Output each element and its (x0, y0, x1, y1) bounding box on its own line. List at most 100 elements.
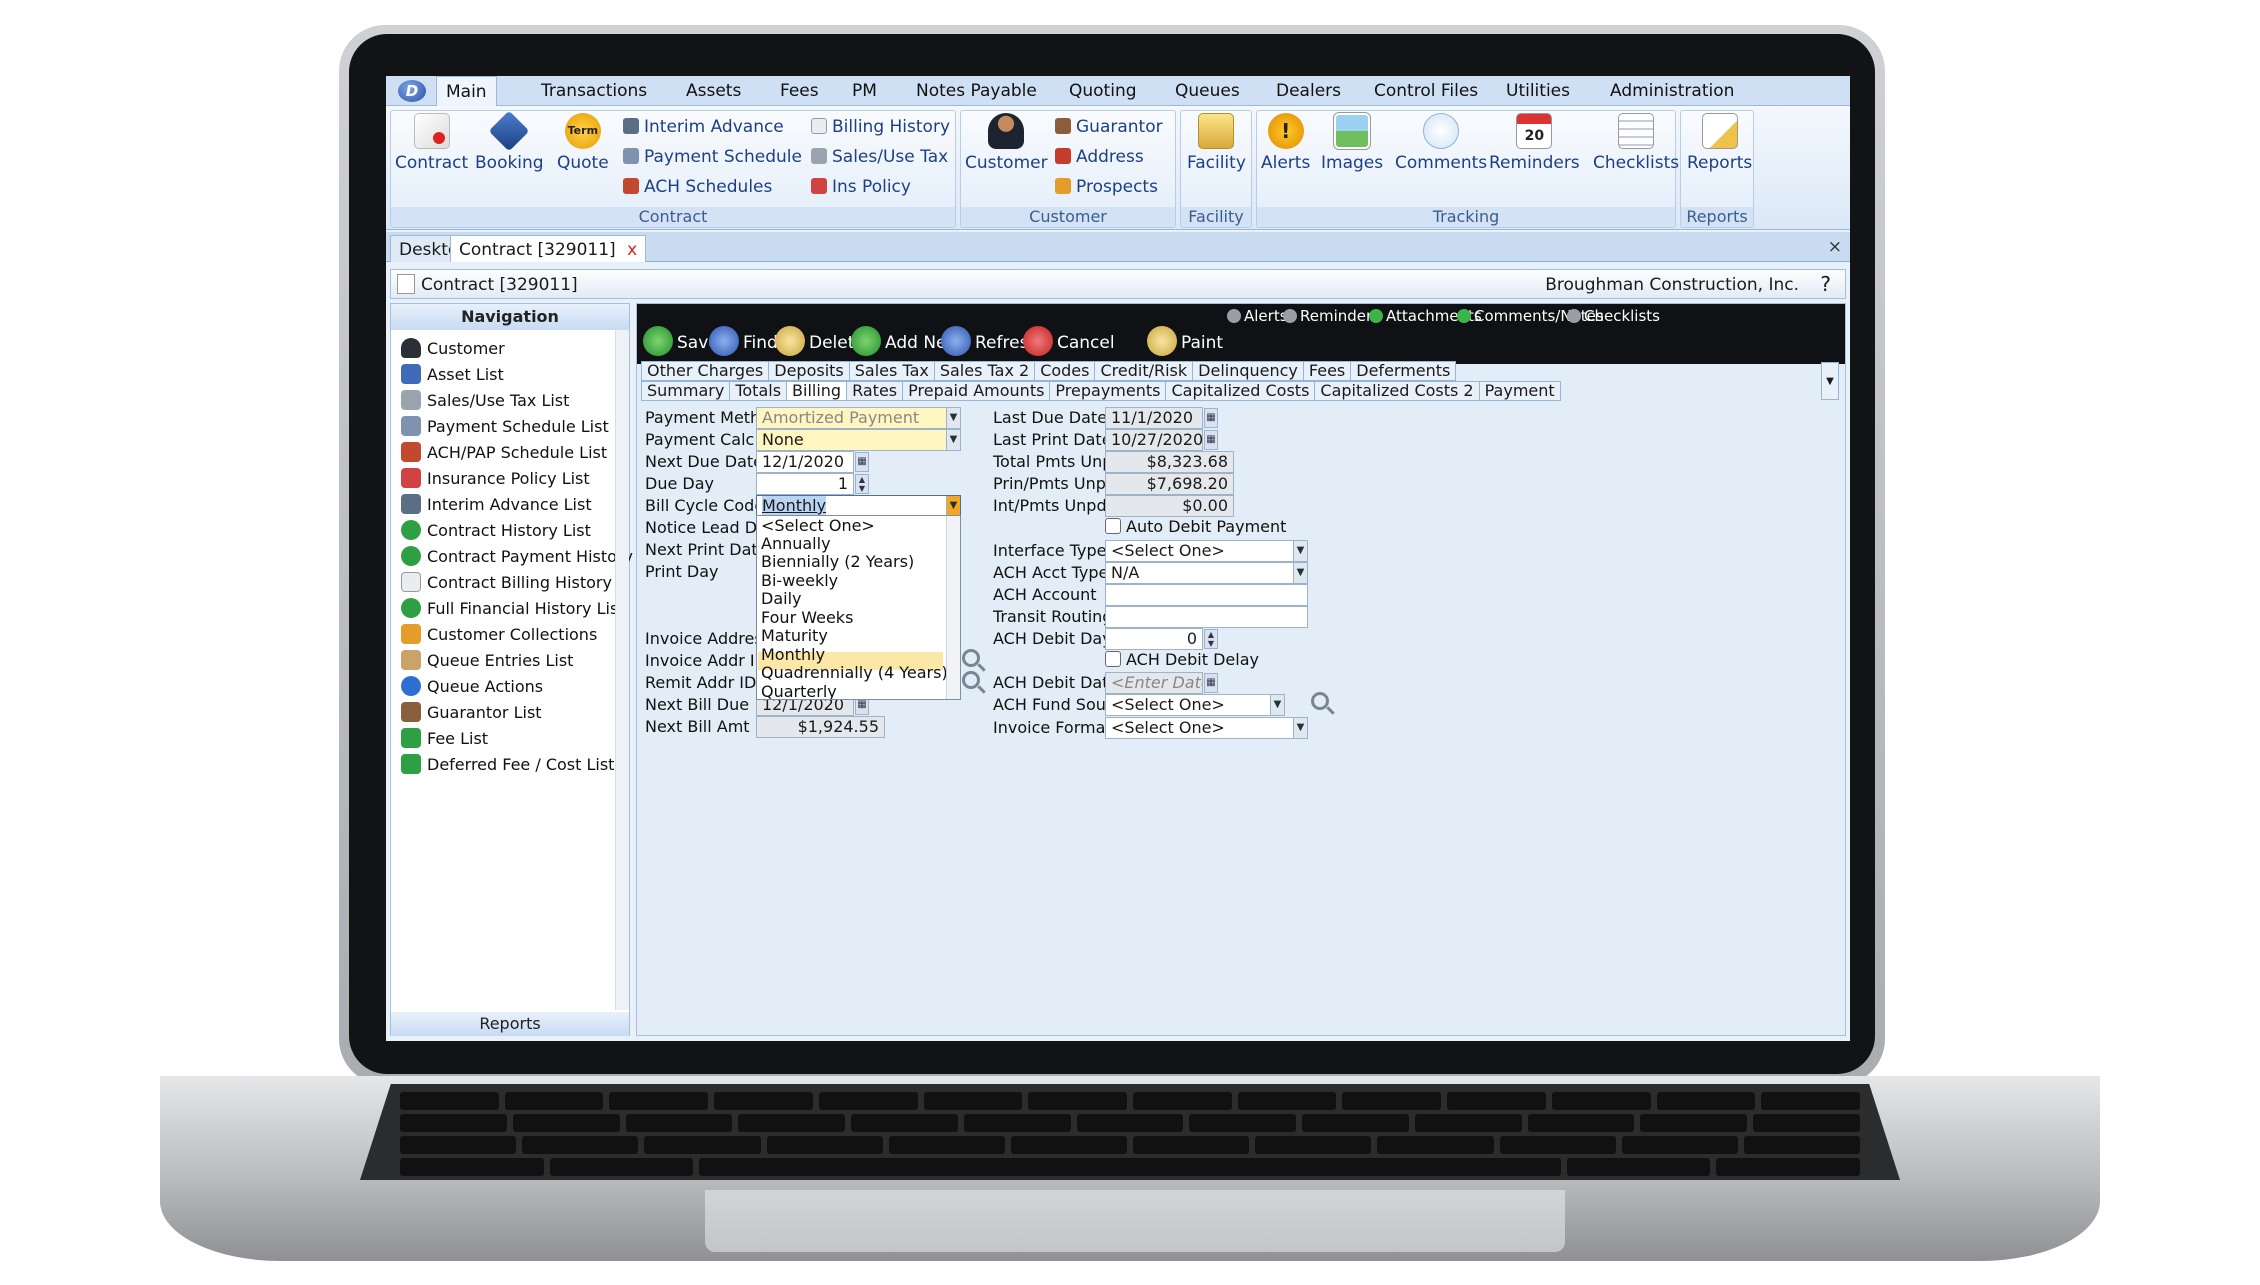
menu-quoting[interactable]: Quoting (1069, 81, 1137, 101)
invoice-format-select[interactable]: <Select One> ▼ (1105, 717, 1308, 739)
due-day-input[interactable]: 1 (756, 473, 854, 495)
menu-control-files[interactable]: Control Files (1374, 81, 1478, 101)
tab-payment[interactable]: Payment (1478, 381, 1561, 401)
ach-debit-days-input[interactable]: 0 (1105, 628, 1203, 650)
bill-cycle-code-select[interactable]: Monthly ▼ (756, 495, 961, 517)
nav-item-fee-list[interactable]: Fee List (401, 728, 488, 748)
nav-item-interim-advance-list[interactable]: Interim Advance List (401, 494, 592, 514)
payment-method-select[interactable]: Amortized Payment ▼ (756, 407, 961, 429)
tab-credit-risk[interactable]: Credit/Risk (1094, 361, 1194, 381)
ach-account-input[interactable] (1105, 584, 1308, 606)
ribbon-ach-schedules[interactable]: ACH Schedules (623, 177, 772, 197)
nav-item-ach-pap-schedule-list[interactable]: ACH/PAP Schedule List (401, 442, 607, 462)
tab-close-icon[interactable]: x (627, 240, 637, 260)
bill-cycle-option[interactable]: Maturity (761, 626, 828, 645)
tab-other-charges[interactable]: Other Charges (641, 361, 770, 381)
dropdown-scrollbar[interactable] (946, 516, 960, 699)
ribbon-alerts-button[interactable]: ! Alerts (1261, 113, 1310, 173)
tab-contract[interactable]: Contract [329011] x (450, 235, 647, 262)
nav-item-contract-history-list[interactable]: Contract History List (401, 520, 591, 540)
menu-assets[interactable]: Assets (686, 81, 741, 101)
nav-item-contract-billing-history[interactable]: Contract Billing History (401, 572, 612, 592)
interface-type-select[interactable]: <Select One> ▼ (1105, 540, 1308, 562)
nav-item-queue-entries-list[interactable]: Queue Entries List (401, 650, 573, 670)
tab-summary[interactable]: Summary (641, 381, 731, 401)
due-day-spinner-icon[interactable]: ▲ ▼ (855, 474, 869, 494)
menu-transactions[interactable]: Transactions (541, 81, 647, 101)
ribbon-guarantor[interactable]: Guarantor (1055, 117, 1163, 137)
tabs-overflow-chevron-icon[interactable]: ▼ (1821, 362, 1839, 400)
bill-cycle-dropdown-list[interactable]: <Select One> Annually Biennially (2 Year… (756, 515, 961, 700)
app-logo-icon[interactable]: D (398, 80, 426, 102)
calendar-icon[interactable]: ▦ (1204, 430, 1218, 450)
ribbon-prospects[interactable]: Prospects (1055, 177, 1158, 197)
navigation-reports-bar[interactable]: Reports (391, 1012, 629, 1036)
ach-fund-source-search-icon[interactable] (1311, 692, 1329, 710)
ribbon-billing-history[interactable]: Billing History (811, 117, 950, 137)
find-button[interactable]: Find (709, 326, 778, 356)
nav-item-guarantor-list[interactable]: Guarantor List (401, 702, 542, 722)
ach-debit-date-input[interactable]: <Enter Date> (1105, 672, 1203, 694)
help-icon[interactable]: ? (1820, 272, 1831, 296)
ribbon-address[interactable]: Address (1055, 147, 1144, 167)
ach-fund-source-select[interactable]: <Select One> ▼ (1105, 694, 1285, 716)
tab-capitalized-costs-2[interactable]: Capitalized Costs 2 (1314, 381, 1480, 401)
bill-cycle-option[interactable]: Four Weeks (761, 608, 853, 627)
close-all-tabs-icon[interactable]: × (1828, 237, 1842, 257)
tab-sales-tax[interactable]: Sales Tax (848, 361, 935, 381)
tab-capitalized-costs[interactable]: Capitalized Costs (1165, 381, 1316, 401)
save-button[interactable]: Save (643, 326, 719, 356)
tab-totals[interactable]: Totals (729, 381, 788, 401)
bill-cycle-option[interactable]: Annually (761, 534, 831, 553)
tab-sales-tax-2[interactable]: Sales Tax 2 (933, 361, 1036, 381)
next-due-date-input[interactable]: 12/1/2020 (756, 451, 854, 473)
menu-fees[interactable]: Fees (780, 81, 819, 101)
ribbon-quote-button[interactable]: Term Quote (557, 113, 609, 173)
bill-cycle-option[interactable]: <Select One> (761, 516, 875, 535)
menu-main[interactable]: Main (436, 76, 497, 106)
calendar-icon[interactable]: ▦ (855, 452, 869, 472)
tab-deferments[interactable]: Deferments (1350, 361, 1457, 381)
bill-cycle-option[interactable]: Bi-weekly (761, 571, 838, 590)
ribbon-checklists-button[interactable]: Checklists (1593, 113, 1679, 173)
ribbon-comments-button[interactable]: Comments (1395, 113, 1487, 173)
nav-item-asset-list[interactable]: Asset List (401, 364, 504, 384)
bill-cycle-option[interactable]: Quadrennially (4 Years) (761, 663, 948, 682)
menu-utilities[interactable]: Utilities (1506, 81, 1570, 101)
ribbon-customer-button[interactable]: Customer (965, 113, 1048, 173)
menu-dealers[interactable]: Dealers (1276, 81, 1341, 101)
paint-button[interactable]: Paint (1147, 326, 1223, 356)
ribbon-reminders-button[interactable]: 20 Reminders (1489, 113, 1580, 173)
tab-fees[interactable]: Fees (1302, 361, 1352, 381)
ach-debit-delay-checkbox[interactable] (1105, 651, 1121, 667)
ribbon-facility-button[interactable]: Facility (1187, 113, 1246, 173)
navigation-scrollbar[interactable] (615, 330, 629, 1010)
cancel-button[interactable]: Cancel (1023, 326, 1115, 356)
bill-cycle-option[interactable]: Daily (761, 589, 801, 608)
tab-delinquency[interactable]: Delinquency (1192, 361, 1304, 381)
ribbon-interim-advance[interactable]: Interim Advance (623, 117, 784, 137)
nav-item-sales-use-tax-list[interactable]: Sales/Use Tax List (401, 390, 569, 410)
calendar-icon[interactable]: ▦ (1204, 408, 1218, 428)
ribbon-ins-policy[interactable]: Ins Policy (811, 177, 911, 197)
nav-item-payment-schedule-list[interactable]: Payment Schedule List (401, 416, 609, 436)
remit-addr-search-icon[interactable] (962, 671, 980, 689)
tab-codes[interactable]: Codes (1034, 361, 1096, 381)
ach-acct-type-select[interactable]: N/A ▼ (1105, 562, 1308, 584)
ribbon-contract-button[interactable]: Contract (395, 113, 468, 173)
nav-item-deferred-fee-cost-list[interactable]: Deferred Fee / Cost List (401, 754, 614, 774)
indicator-alerts[interactable]: Alerts (1227, 307, 1288, 325)
bill-cycle-option[interactable]: Biennially (2 Years) (761, 552, 914, 571)
ribbon-sales-use-tax[interactable]: Sales/Use Tax (811, 147, 948, 167)
bill-cycle-option[interactable]: Quarterly (761, 682, 837, 699)
invoice-addr-search-icon[interactable] (962, 649, 980, 667)
nav-item-customer-collections[interactable]: Customer Collections (401, 624, 597, 644)
indicator-reminders[interactable]: Reminders (1283, 307, 1380, 325)
tab-prepaid-amounts[interactable]: Prepaid Amounts (902, 381, 1051, 401)
ribbon-reports-button[interactable]: Reports (1687, 113, 1752, 173)
menu-queues[interactable]: Queues (1175, 81, 1240, 101)
auto-debit-payment-checkbox[interactable] (1105, 518, 1121, 534)
ribbon-payment-schedule[interactable]: Payment Schedule (623, 147, 802, 167)
menu-pm[interactable]: PM (852, 81, 877, 101)
nav-item-full-financial-history-list[interactable]: Full Financial History List (401, 598, 625, 618)
